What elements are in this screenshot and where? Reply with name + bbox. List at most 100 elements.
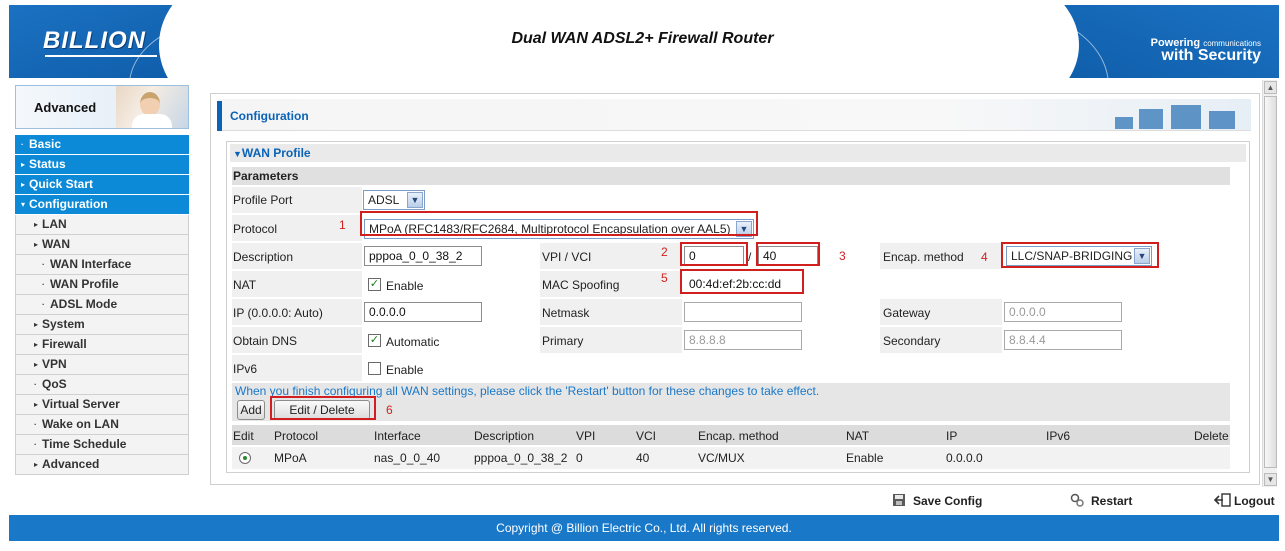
sidebar-item-label: WAN Profile — [50, 277, 119, 291]
nav-bullet-icon: ▸ — [34, 240, 39, 249]
page-title: Configuration — [230, 109, 309, 123]
annotation-box-vci — [756, 242, 820, 266]
annotation-box-mac — [680, 269, 804, 294]
nav-bullet-icon: ▸ — [34, 360, 39, 369]
description-label: Description — [233, 250, 294, 264]
restart-button[interactable]: Restart — [1091, 494, 1132, 508]
sidebar-item-quick-start[interactable]: ▸ Quick Start — [15, 175, 189, 195]
sidebar-item-wan[interactable]: ▸ WAN — [15, 235, 189, 255]
sidebar-item-label: WAN Interface — [50, 257, 132, 271]
sidebar-item-wan-interface[interactable]: · WAN Interface — [15, 255, 189, 275]
nat-checkbox[interactable]: ✓ — [368, 278, 381, 291]
sidebar-item-label: Quick Start — [29, 177, 94, 191]
sidebar-item-lan[interactable]: ▸ LAN — [15, 215, 189, 235]
config-header: Configuration — [217, 99, 1251, 131]
ipv6-checkbox[interactable] — [368, 362, 381, 375]
nav-bullet-icon: ▸ — [34, 400, 39, 409]
nav-bullet-icon: ▸ — [34, 340, 39, 349]
nav-bullet-icon: ▸ — [34, 460, 39, 469]
annotation-2: 2 — [661, 245, 668, 259]
obtain-dns-label: Obtain DNS — [233, 334, 298, 348]
col-delete: Delete — [1194, 429, 1229, 443]
table-row: MPoA nas_0_0_40 pppoa_0_0_38_2 0 40 VC/M… — [232, 447, 1230, 469]
sidebar-item-vpn[interactable]: ▸ VPN — [15, 355, 189, 375]
profile-port-select[interactable]: ADSL ▼ — [363, 190, 425, 210]
sidebar-item-firewall[interactable]: ▸ Firewall — [15, 335, 189, 355]
sidebar-item-wan-profile[interactable]: · WAN Profile — [15, 275, 189, 295]
nav-bullet-icon: · — [34, 440, 37, 449]
sidebar-item-label: LAN — [42, 217, 67, 231]
wan-profile-header[interactable]: ▼WAN Profile — [230, 144, 1246, 162]
primary-dns-label: Primary — [542, 334, 584, 348]
description-input[interactable]: pppoa_0_0_38_2 — [364, 246, 482, 266]
router-title: Dual WAN ADSL2+ Firewall Router — [511, 30, 774, 47]
netmask-label: Netmask — [542, 306, 590, 320]
ip-row: IP (0.0.0.0: Auto) 0.0.0.0 Netmask Gatew… — [232, 299, 1230, 325]
sidebar-item-status[interactable]: ▸ Status — [15, 155, 189, 175]
edit-radio[interactable] — [239, 452, 251, 464]
cell-nat: Enable — [846, 451, 884, 465]
annotation-box-vpi — [680, 242, 748, 266]
logout-button[interactable]: Logout — [1234, 494, 1275, 508]
sidebar-nav: · Basic ▸ Status ▸ Quick Start ▾ Configuration ▸… — [15, 135, 189, 475]
section-title: WAN Profile — [241, 146, 311, 160]
annotation-box-protocol — [360, 211, 758, 236]
col-encap: Encap. method — [698, 429, 779, 443]
scroll-up-icon[interactable]: ▲ — [1264, 81, 1277, 94]
nav-bullet-icon: · — [21, 140, 24, 149]
sidebar-banner: Advanced — [15, 85, 189, 129]
sidebar-item-advanced[interactable]: ▸ Advanced — [15, 455, 189, 475]
cell-vci: 40 — [636, 451, 650, 465]
col-vci: VCI — [636, 429, 657, 443]
parameters-row: Parameters — [232, 167, 1230, 185]
vci-separator: / — [748, 250, 752, 264]
scroll-thumb[interactable] — [1264, 96, 1277, 468]
sidebar-item-basic[interactable]: · Basic — [15, 135, 189, 155]
sidebar-item-label: ADSL Mode — [50, 297, 118, 311]
sidebar-item-label: Wake on LAN — [42, 417, 119, 431]
primary-dns-input[interactable]: 8.8.8.8 — [684, 330, 802, 350]
sidebar-item-label: WAN — [42, 237, 70, 251]
ipv6-row: IPv6 Enable — [232, 355, 1230, 381]
col-protocol: Protocol — [274, 429, 319, 443]
secondary-dns-label: Secondary — [883, 334, 941, 348]
parameters-label: Parameters — [233, 169, 299, 183]
col-ipv6: IPv6 — [1046, 429, 1071, 443]
sidebar-item-label: Configuration — [29, 197, 108, 211]
sidebar-item-qos[interactable]: · QoS — [15, 375, 189, 395]
sidebar-item-system[interactable]: ▸ System — [15, 315, 189, 335]
ipv6-label: IPv6 — [233, 362, 258, 376]
save-config-button[interactable]: Save Config — [913, 494, 982, 508]
monitor-graphic — [1105, 103, 1245, 129]
nat-label: NAT — [233, 278, 257, 292]
nav-bullet-icon: ▾ — [21, 200, 26, 209]
ip-label: IP (0.0.0.0: Auto) — [233, 306, 323, 320]
save-icon — [893, 494, 905, 506]
sidebar-item-label: Basic — [29, 137, 62, 151]
gateway-input[interactable]: 0.0.0.0 — [1004, 302, 1122, 322]
add-button[interactable]: Add — [237, 400, 265, 420]
mac-spoofing-label: MAC Spoofing — [542, 278, 620, 292]
sidebar-item-label: Status — [29, 157, 66, 171]
annotation-box-edit-delete — [270, 396, 376, 420]
restart-icon — [1070, 493, 1084, 507]
sidebar-item-configuration[interactable]: ▾ Configuration — [15, 195, 189, 215]
protocol-label: Protocol — [233, 222, 278, 236]
sidebar-item-adsl-mode[interactable]: · ADSL Mode — [15, 295, 189, 315]
actions-row: When you finish configuring all WAN sett… — [232, 383, 1230, 421]
nav-bullet-icon: · — [42, 300, 45, 309]
netmask-input[interactable] — [684, 302, 802, 322]
dns-auto-checkbox[interactable]: ✓ — [368, 334, 381, 347]
sidebar-item-time-schedule[interactable]: · Time Schedule — [15, 435, 189, 455]
cell-ip: 0.0.0.0 — [946, 451, 983, 465]
vertical-scrollbar[interactable]: ▲ ▼ — [1262, 80, 1277, 487]
ip-input[interactable]: 0.0.0.0 — [364, 302, 482, 322]
secondary-dns-input[interactable]: 8.8.4.4 — [1004, 330, 1122, 350]
sidebar-item-wake-on-lan[interactable]: · Wake on LAN — [15, 415, 189, 435]
sidebar-item-virtual-server[interactable]: ▸ Virtual Server — [15, 395, 189, 415]
scroll-down-icon[interactable]: ▼ — [1264, 473, 1277, 486]
annotation-box-encap — [1001, 242, 1159, 268]
collapse-icon: ▼ — [233, 149, 242, 159]
col-description: Description — [474, 429, 535, 443]
col-edit: Edit — [233, 429, 254, 443]
